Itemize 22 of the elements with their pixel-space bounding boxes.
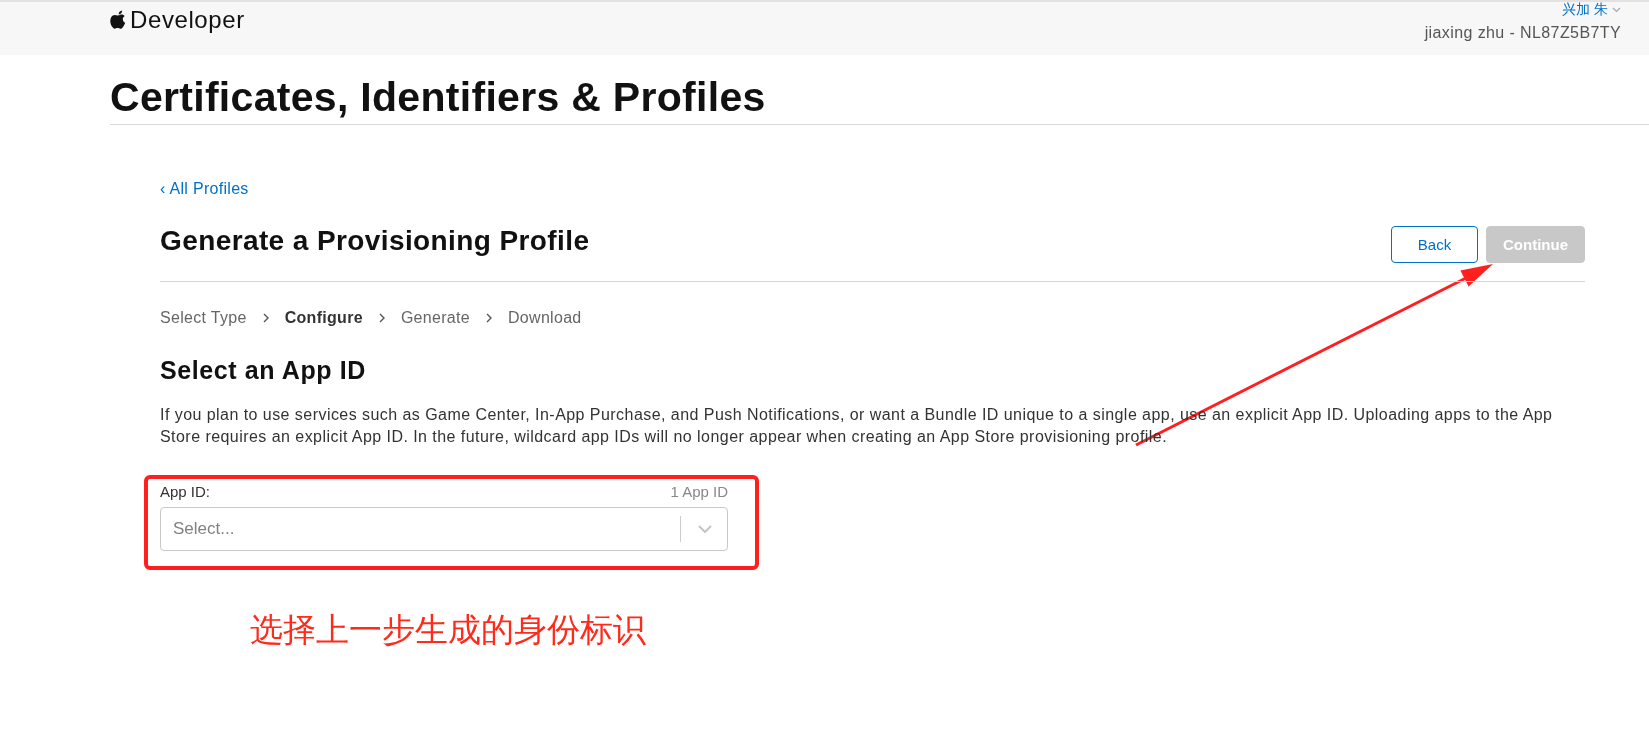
section-title: Select an App ID [160, 355, 367, 385]
apple-icon [110, 10, 127, 30]
field-label: App ID: [160, 483, 211, 501]
chevron-right-icon [486, 313, 492, 323]
chevron-down-icon [698, 525, 712, 533]
step-label: Configure [284, 308, 363, 328]
account-name: jiaxing zhu - NL87Z5B7TY [1424, 24, 1621, 42]
all-profiles-link[interactable]: ‹ All Profiles [160, 179, 249, 199]
step-label: Download [508, 308, 582, 328]
form-title: Generate a Provisioning Profile [160, 226, 590, 256]
chevron-down-icon [1612, 6, 1621, 13]
chevron-right-icon [262, 313, 269, 323]
step-label: Generate [400, 308, 470, 328]
page-title: Certificates, Identifiers & Profiles [110, 74, 1649, 125]
user-menu[interactable]: 兴加 朱 [1562, 2, 1621, 17]
step-label: Select Type [160, 308, 247, 328]
annotation-text: 选择上一步生成的身份标识 [250, 611, 647, 649]
app-id-count: 1 App ID [670, 483, 728, 501]
app-id-select[interactable]: Select... [160, 507, 728, 551]
brand-name: Developer [130, 6, 245, 34]
chevron-right-icon [378, 313, 385, 323]
back-button[interactable]: Back [1391, 226, 1478, 263]
